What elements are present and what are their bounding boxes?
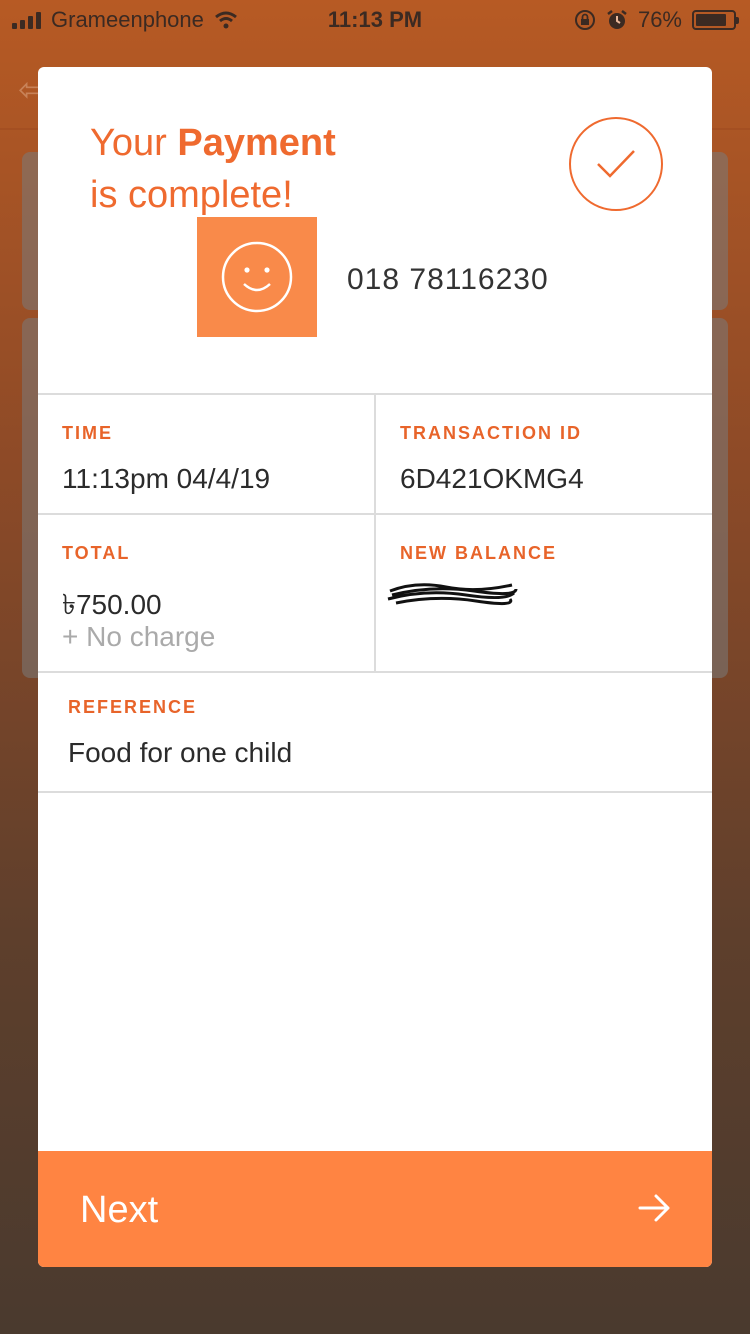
details-row: TOTAL ৳750.00 + No charge NEW BALANCE bbox=[38, 513, 712, 671]
battery-percent: 76% bbox=[637, 7, 682, 32]
time-label: TIME bbox=[62, 423, 113, 443]
dialog-title: Your Payment is complete! bbox=[90, 117, 336, 221]
reference-row: REFERENCE Food for one child bbox=[38, 671, 712, 793]
transaction-id-value: 6D421OKMG4 bbox=[400, 463, 584, 494]
alarm-icon bbox=[607, 10, 627, 29]
next-button[interactable]: Next bbox=[38, 1151, 712, 1267]
orientation-lock-icon bbox=[574, 10, 595, 30]
battery-icon bbox=[692, 10, 739, 30]
new-balance-label: NEW BALANCE bbox=[400, 543, 557, 563]
transaction-id-cell: TRANSACTION ID 6D421OKMG4 bbox=[374, 395, 712, 513]
arrow-right-icon bbox=[638, 1194, 670, 1222]
reference-value: Food for one child bbox=[68, 737, 293, 768]
time-value: 11:13pm 04/4/19 bbox=[62, 463, 271, 494]
status-bar: Grameenphone 11:13 PM 76% bbox=[0, 0, 750, 40]
title-bold: Payment bbox=[177, 122, 336, 164]
new-balance-cell: NEW BALANCE bbox=[374, 515, 712, 671]
title-line2: is complete! bbox=[90, 174, 293, 216]
time-cell: TIME 11:13pm 04/4/19 bbox=[38, 395, 374, 513]
total-charge: + No charge bbox=[62, 621, 216, 652]
status-right: 76% bbox=[574, 7, 739, 33]
total-cell: TOTAL ৳750.00 + No charge bbox=[38, 515, 374, 671]
reference-cell: REFERENCE Food for one child bbox=[38, 673, 712, 791]
next-label: Next bbox=[80, 1189, 159, 1231]
checkmark-icon bbox=[569, 117, 663, 211]
total-label: TOTAL bbox=[62, 543, 131, 563]
payment-complete-dialog: Your Payment is complete! 018 78116230 T… bbox=[38, 67, 712, 1267]
recipient-number: 018 78116230 bbox=[347, 263, 549, 296]
redacted-scribble bbox=[387, 583, 518, 606]
transaction-details: TIME 11:13pm 04/4/19 TRANSACTION ID 6D42… bbox=[38, 393, 712, 793]
reference-label: REFERENCE bbox=[68, 697, 198, 717]
title-prefix: Your bbox=[90, 122, 178, 164]
transaction-id-label: TRANSACTION ID bbox=[400, 423, 582, 443]
details-row: TIME 11:13pm 04/4/19 TRANSACTION ID 6D42… bbox=[38, 393, 712, 513]
smiley-icon bbox=[197, 217, 317, 337]
